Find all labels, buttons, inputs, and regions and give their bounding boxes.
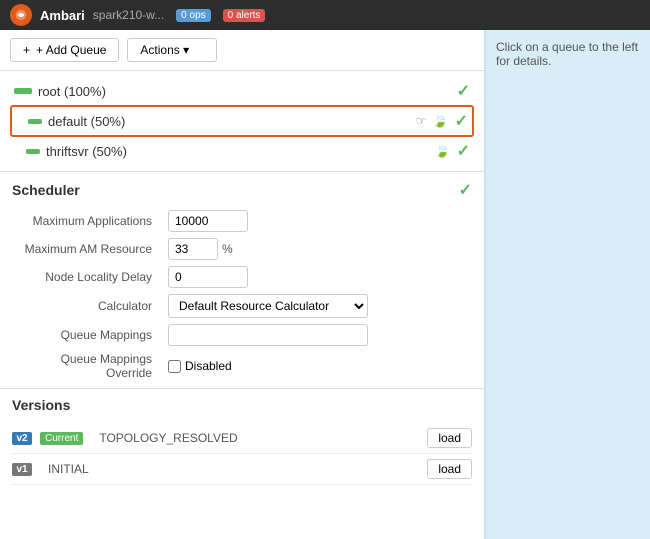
max-applications-wrap xyxy=(168,210,464,232)
queue-mappings-override-checkbox[interactable] xyxy=(168,360,181,373)
node-locality-wrap xyxy=(168,266,464,288)
version-badge-v2: v2 xyxy=(12,432,32,445)
calculator-select[interactable]: Default Resource Calculator xyxy=(168,294,368,318)
app-logo xyxy=(10,4,32,26)
version-row-v1: v1 INITIAL load xyxy=(12,454,472,485)
calculator-wrap: Default Resource Calculator xyxy=(168,294,464,318)
ops-badge: 0 ops xyxy=(176,9,210,22)
nav-subtitle: spark210-w... xyxy=(93,8,164,22)
version-name-v1: INITIAL xyxy=(40,462,419,476)
queue-item-default[interactable]: default (50%) ☞ 🍃 ✓ xyxy=(10,105,474,137)
queue-icons: 🍃 ✓ xyxy=(432,111,468,131)
queue-mappings-label: Queue Mappings xyxy=(20,328,160,342)
queue-name: root (100%) xyxy=(38,84,451,99)
queue-icons: ✓ xyxy=(457,81,470,101)
top-nav: Ambari spark210-w... 0 ops 0 alerts xyxy=(0,0,650,30)
check-icon: ✓ xyxy=(457,81,470,101)
queue-item-thriftsvr[interactable]: thriftsvr (50%) 🍃 ✓ xyxy=(10,137,474,165)
leaf-icon: 🍃 xyxy=(432,113,448,129)
queue-mappings-override-checkbox-label[interactable]: Disabled xyxy=(168,359,232,373)
node-locality-input[interactable] xyxy=(168,266,248,288)
right-panel: Click on a queue to the left for details… xyxy=(485,30,650,539)
alerts-badge: 0 alerts xyxy=(223,9,266,22)
queue-mappings-input[interactable] xyxy=(168,324,368,346)
versions-section: Versions v2 Current TOPOLOGY_RESOLVED lo… xyxy=(0,389,484,539)
add-queue-button[interactable]: + Add Queue xyxy=(10,38,119,62)
queue-name: default (50%) xyxy=(48,114,410,129)
queue-indicator-small xyxy=(28,119,42,124)
version-name-v2: TOPOLOGY_RESOLVED xyxy=(91,431,419,445)
scheduler-form: Maximum Applications Maximum AM Resource… xyxy=(12,210,472,380)
toolbar: + Add Queue Actions ▾ xyxy=(0,30,484,71)
versions-table: v2 Current TOPOLOGY_RESOLVED load v1 INI… xyxy=(12,423,472,485)
actions-button[interactable]: Actions ▾ xyxy=(127,38,217,62)
version-badge-v1: v1 xyxy=(12,463,32,476)
queue-mappings-override-wrap: Disabled xyxy=(168,359,464,373)
max-applications-input[interactable] xyxy=(168,210,248,232)
max-am-resource-input[interactable] xyxy=(168,238,218,260)
current-badge: Current xyxy=(40,432,83,445)
check-icon: ✓ xyxy=(457,141,470,161)
scheduler-section: Scheduler ✓ Maximum Applications Maximum… xyxy=(0,172,484,389)
queue-indicator xyxy=(14,88,32,94)
left-panel: + Add Queue Actions ▾ root (100%) ✓ defa… xyxy=(0,30,485,539)
scheduler-title: Scheduler xyxy=(12,182,80,198)
cursor-icon: ☞ xyxy=(416,114,427,128)
queue-mappings-override-text: Disabled xyxy=(185,359,232,373)
version-row-v2: v2 Current TOPOLOGY_RESOLVED load xyxy=(12,423,472,454)
versions-title: Versions xyxy=(12,397,70,413)
right-panel-hint: Click on a queue to the left for details… xyxy=(496,40,638,68)
queue-mappings-override-label: Queue Mappings Override xyxy=(20,352,160,380)
load-button-v1[interactable]: load xyxy=(427,459,472,479)
queue-indicator-small xyxy=(26,149,40,154)
queue-icons: 🍃 ✓ xyxy=(434,141,470,161)
check-icon: ✓ xyxy=(455,111,468,131)
leaf-icon: 🍃 xyxy=(434,143,450,159)
scheduler-header: Scheduler ✓ xyxy=(12,180,472,200)
queue-list: root (100%) ✓ default (50%) ☞ 🍃 ✓ thrift… xyxy=(0,71,484,172)
queue-item-root[interactable]: root (100%) ✓ xyxy=(10,77,474,105)
main-container: + Add Queue Actions ▾ root (100%) ✓ defa… xyxy=(0,30,650,539)
queue-name: thriftsvr (50%) xyxy=(46,144,428,159)
calculator-label: Calculator xyxy=(20,299,160,313)
queue-mappings-wrap xyxy=(168,324,464,346)
app-title: Ambari xyxy=(40,8,85,23)
versions-header: Versions xyxy=(12,397,472,413)
scheduler-check-icon: ✓ xyxy=(459,180,472,200)
am-resource-unit: % xyxy=(222,242,233,256)
max-am-resource-label: Maximum AM Resource xyxy=(20,242,160,256)
load-button-v2[interactable]: load xyxy=(427,428,472,448)
max-am-resource-wrap: % xyxy=(168,238,464,260)
node-locality-label: Node Locality Delay xyxy=(20,270,160,284)
max-applications-label: Maximum Applications xyxy=(20,214,160,228)
